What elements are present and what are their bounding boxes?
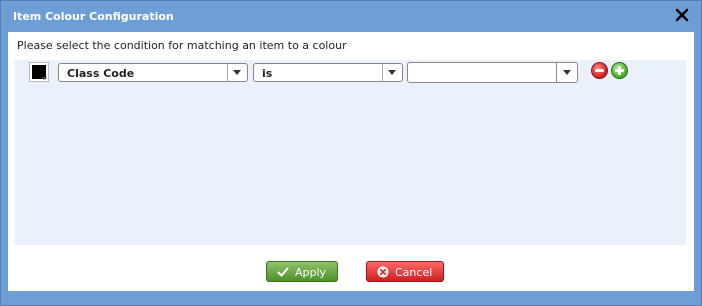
x-circle-icon <box>377 266 389 278</box>
field-select[interactable]: Class Code <box>58 63 248 82</box>
value-dropdown-button[interactable] <box>556 63 577 82</box>
minus-circle-icon <box>595 69 604 72</box>
cancel-button[interactable]: Cancel <box>366 261 444 282</box>
operator-select-value: is <box>262 67 273 80</box>
operator-select-dropdown[interactable] <box>382 64 402 81</box>
dialog-title: Item Colour Configuration <box>13 10 174 23</box>
chevron-down-icon <box>388 70 396 75</box>
dialog-content: Please select the condition for matching… <box>8 32 694 291</box>
check-icon <box>277 267 289 277</box>
value-combo[interactable] <box>407 62 578 83</box>
chevron-down-icon <box>563 70 571 75</box>
chevron-down-icon <box>41 77 47 80</box>
operator-select[interactable]: is <box>253 63 403 82</box>
chevron-down-icon <box>233 70 241 75</box>
field-select-dropdown[interactable] <box>227 64 247 81</box>
cancel-label: Cancel <box>395 266 433 279</box>
item-colour-dialog: Item Colour Configuration Please select … <box>0 0 702 306</box>
colour-picker-button[interactable] <box>29 62 49 82</box>
close-button[interactable] <box>675 8 689 22</box>
remove-condition-button[interactable] <box>591 62 608 79</box>
close-icon <box>675 8 689 22</box>
apply-button[interactable]: Apply <box>266 261 338 282</box>
add-condition-button[interactable] <box>611 62 628 79</box>
instruction-text: Please select the condition for matching… <box>17 39 347 52</box>
field-select-value: Class Code <box>67 67 135 80</box>
title-bar[interactable]: Item Colour Configuration <box>1 1 701 32</box>
conditions-panel: Class Code is <box>15 60 686 245</box>
apply-label: Apply <box>295 266 327 279</box>
value-input[interactable] <box>409 64 554 81</box>
